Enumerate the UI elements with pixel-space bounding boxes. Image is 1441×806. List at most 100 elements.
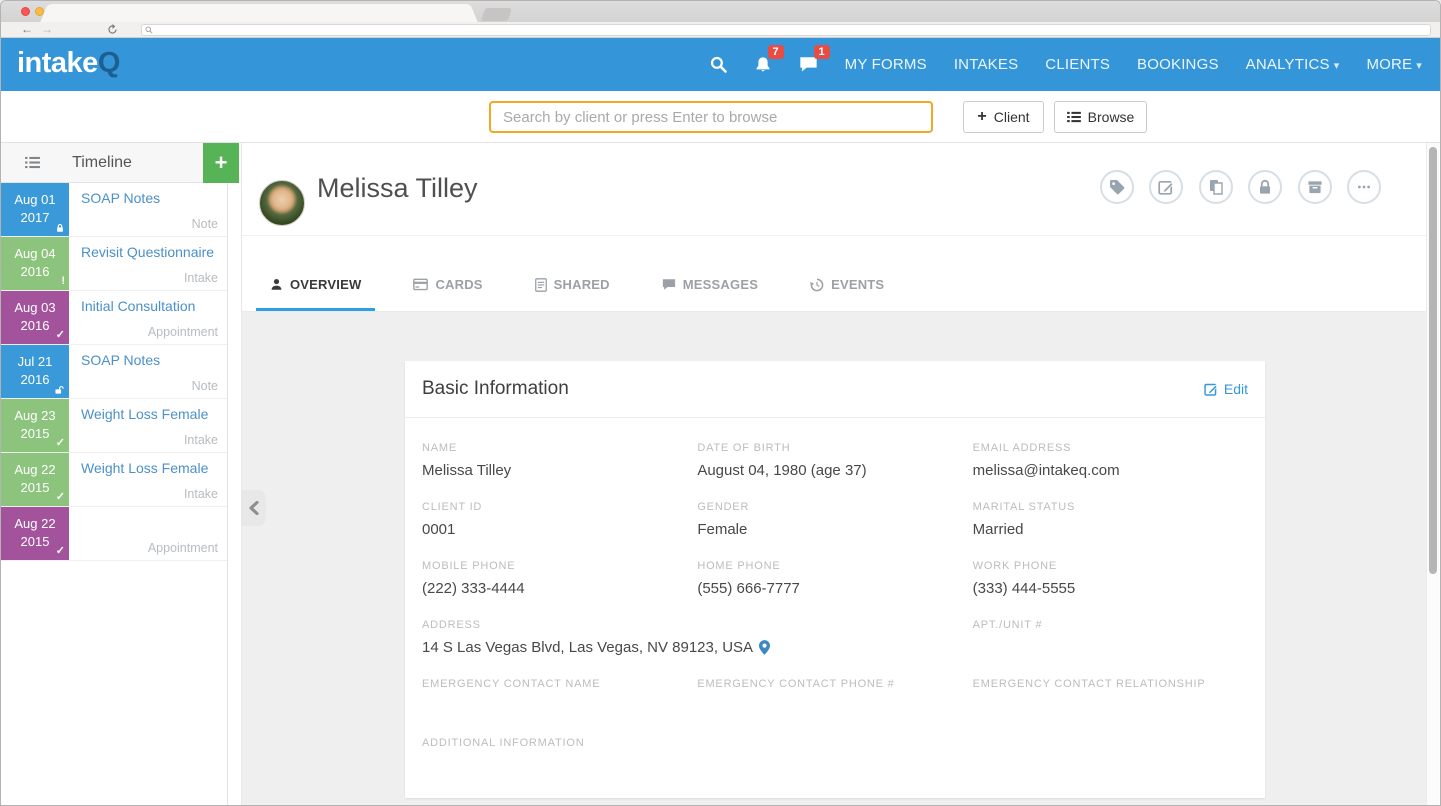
- timeline-item-title[interactable]: Initial Consultation: [81, 298, 195, 314]
- app-navbar: intakeQ 7 1 MY FORMS INTAKES CLIENTS BOO…: [1, 38, 1440, 91]
- nav-analytics[interactable]: ANALYTICS▾: [1246, 56, 1340, 73]
- tab-shared[interactable]: SHARED: [521, 277, 624, 311]
- timeline-item-title[interactable]: SOAP Notes: [81, 352, 160, 368]
- timeline-date-badge: Aug 222015 ✓: [1, 507, 69, 560]
- tab-cards[interactable]: CARDS: [399, 277, 496, 311]
- timeline-row[interactable]: Aug 032016 ✓ Initial Consultation Appoin…: [1, 291, 227, 345]
- field-name: NAME Melissa Tilley: [422, 442, 697, 479]
- intakeq-logo[interactable]: intakeQ: [17, 47, 120, 80]
- timeline-row[interactable]: Aug 012017 SOAP Notes Note: [1, 183, 227, 237]
- collapse-sidebar-handle[interactable]: [241, 490, 266, 526]
- map-pin-icon[interactable]: [759, 640, 770, 655]
- add-timeline-item-button[interactable]: +: [203, 143, 239, 183]
- timeline-item-type: Intake: [184, 433, 218, 447]
- add-client-button[interactable]: +Client: [963, 101, 1044, 133]
- check-icon: ✓: [56, 546, 65, 557]
- timeline-item-title[interactable]: Revisit Questionnaire: [81, 244, 214, 260]
- credit-card-icon: [413, 278, 428, 291]
- field-mobile-phone: MOBILE PHONE (222) 333-4444: [422, 560, 697, 597]
- field-home-phone: HOME PHONE (555) 666-7777: [697, 560, 972, 597]
- client-search-input[interactable]: [489, 101, 933, 133]
- search-icon[interactable]: [710, 56, 727, 73]
- field-email-address: EMAIL ADDRESS melissa@intakeq.com: [973, 442, 1248, 479]
- timeline-header: Timeline +: [1, 143, 227, 183]
- edit-icon[interactable]: [1149, 170, 1183, 204]
- plus-icon: +: [977, 109, 986, 125]
- browser-tab[interactable]: [53, 4, 465, 22]
- new-tab-button[interactable]: [481, 8, 512, 21]
- client-tabs: OVERVIEW CARDS SHARED MESSAGES EVENTS: [242, 236, 1428, 312]
- client-name: Melissa Tilley: [317, 173, 478, 204]
- field-apt-unit: APT./UNIT #: [973, 619, 1248, 656]
- pencil-square-icon: [1204, 382, 1218, 396]
- field-emergency-contact-phone: EMERGENCY CONTACT PHONE #: [697, 678, 972, 715]
- basic-info-grid: NAME Melissa Tilley DATE OF BIRTH August…: [405, 418, 1265, 796]
- client-avatar[interactable]: [259, 180, 305, 226]
- field-gender: GENDER Female: [697, 501, 972, 538]
- timeline-date-badge: Aug 222015 ✓: [1, 453, 69, 506]
- tab-events[interactable]: EVENTS: [796, 277, 898, 311]
- timeline-date-badge: Aug 232015 ✓: [1, 399, 69, 452]
- basic-information-card: Basic Information Edit NAME Melissa Till…: [405, 361, 1265, 798]
- timeline-item-type: Appointment: [148, 541, 218, 555]
- notifications-bell-icon[interactable]: 7: [754, 56, 772, 74]
- nav-my-forms[interactable]: MY FORMS: [845, 56, 927, 73]
- list-icon: [1067, 111, 1081, 123]
- timeline-item-title[interactable]: SOAP Notes: [81, 190, 160, 206]
- timeline-item-type: Note: [192, 217, 218, 231]
- tab-overview[interactable]: OVERVIEW: [256, 277, 375, 311]
- timeline-row[interactable]: Aug 222015 ✓ Appointment: [1, 507, 227, 561]
- browser-tab-strip: [1, 1, 1440, 22]
- timeline-item-type: Intake: [184, 271, 218, 285]
- timeline-date-badge: Aug 012017: [1, 183, 69, 236]
- nav-bookings[interactable]: BOOKINGS: [1137, 56, 1219, 73]
- url-search-icon: [145, 26, 153, 34]
- timeline-sidebar: Timeline + Aug 012017 SOAP Notes Note Au…: [1, 143, 228, 806]
- check-icon: ✓: [56, 330, 65, 341]
- duplicate-icon[interactable]: [1199, 170, 1233, 204]
- timeline-item-title[interactable]: Weight Loss Female: [81, 460, 208, 476]
- nav-intakes[interactable]: INTAKES: [954, 56, 1018, 73]
- back-icon[interactable]: ←: [21, 22, 33, 37]
- edit-basic-info-link[interactable]: Edit: [1204, 381, 1248, 397]
- close-window-button[interactable]: [21, 7, 30, 16]
- messages-bubble-icon[interactable]: 1: [799, 56, 818, 73]
- client-header: Melissa Tilley: [242, 143, 1428, 236]
- field-additional-information: ADDITIONAL INFORMATION: [422, 737, 1248, 774]
- nav-clients[interactable]: CLIENTS: [1045, 56, 1110, 73]
- timeline-row[interactable]: Aug 042016 ! Revisit Questionnaire Intak…: [1, 237, 227, 291]
- exclamation-icon: !: [61, 276, 65, 287]
- logo-q: Q: [98, 47, 120, 79]
- lock-icon[interactable]: [1248, 170, 1282, 204]
- scrollbar-track[interactable]: [1426, 143, 1439, 806]
- messages-badge: 1: [814, 45, 830, 59]
- field-emergency-contact-name: EMERGENCY CONTACT NAME: [422, 678, 697, 715]
- more-icon[interactable]: [1347, 170, 1381, 204]
- timeline-date-badge: Jul 212016: [1, 345, 69, 398]
- timeline-date-badge: Aug 032016 ✓: [1, 291, 69, 344]
- check-icon: ✓: [56, 438, 65, 449]
- timeline-row[interactable]: Aug 222015 ✓ Weight Loss Female Intake: [1, 453, 227, 507]
- lock-icon: [55, 223, 65, 233]
- unlock-icon: [54, 385, 65, 395]
- timeline-row[interactable]: Aug 232015 ✓ Weight Loss Female Intake: [1, 399, 227, 453]
- archive-icon[interactable]: [1298, 170, 1332, 204]
- browser-toolbar: ← →: [1, 22, 1440, 38]
- forward-icon[interactable]: →: [41, 22, 53, 37]
- tab-messages[interactable]: MESSAGES: [648, 277, 772, 311]
- tag-icon[interactable]: [1100, 170, 1134, 204]
- timeline-item-type: Intake: [184, 487, 218, 501]
- field-marital-status: MARITAL STATUS Married: [973, 501, 1248, 538]
- url-input[interactable]: [141, 24, 1431, 36]
- timeline-row[interactable]: Jul 212016 SOAP Notes Note: [1, 345, 227, 399]
- refresh-icon[interactable]: [107, 24, 118, 35]
- scrollbar-thumb[interactable]: [1429, 147, 1437, 574]
- timeline-title: Timeline: [1, 143, 203, 183]
- timeline-item-type: Appointment: [148, 325, 218, 339]
- nav-more[interactable]: MORE▾: [1366, 56, 1422, 73]
- browse-button[interactable]: Browse: [1054, 101, 1147, 133]
- timeline-item-title[interactable]: Weight Loss Female: [81, 406, 208, 422]
- card-title: Basic Information: [422, 378, 569, 400]
- user-icon: [270, 278, 283, 291]
- field-work-phone: WORK PHONE (333) 444-5555: [973, 560, 1248, 597]
